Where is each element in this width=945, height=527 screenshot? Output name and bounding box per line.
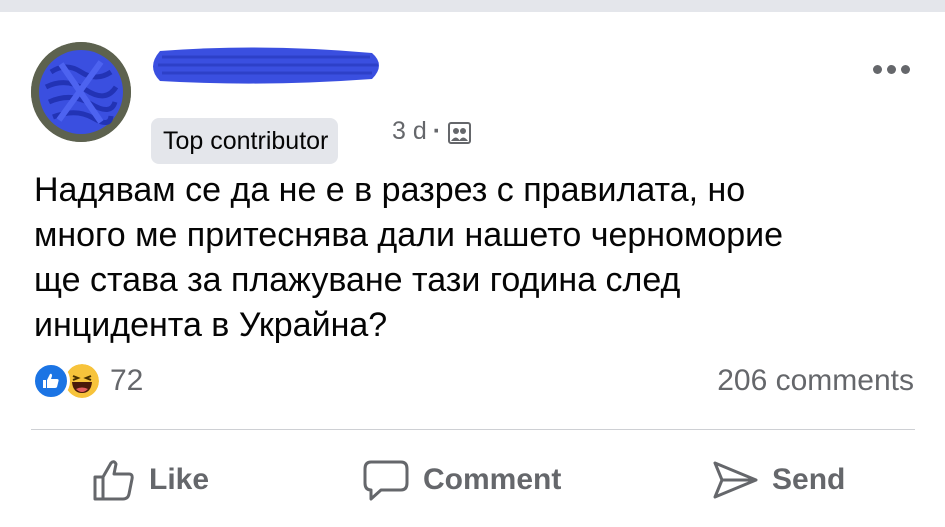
- meta-separator: ·: [432, 117, 442, 145]
- author-name-redacted: [142, 41, 387, 89]
- reactions-count: 72: [110, 364, 144, 397]
- comment-label: Comment: [423, 463, 562, 496]
- more-dot-icon: [872, 64, 882, 74]
- thumbs-up-icon: [93, 460, 134, 501]
- more-dot-icon: [886, 64, 896, 74]
- send-arrow-icon: [713, 461, 758, 499]
- post-time[interactable]: 3 d: [392, 117, 427, 146]
- send-label: Send: [772, 463, 846, 496]
- like-label: Like: [149, 463, 210, 496]
- reactions-summary[interactable]: 72: [32, 361, 143, 401]
- top-separator-bar: [0, 0, 945, 12]
- comment-bubble-icon: [363, 460, 409, 501]
- post-meta: 3 d ·: [392, 117, 472, 146]
- divider: [31, 429, 915, 430]
- comment-button[interactable]: Comment: [361, 447, 561, 513]
- author-avatar[interactable]: [31, 42, 131, 142]
- like-button[interactable]: Like: [91, 447, 209, 513]
- group-audience-icon: [447, 121, 472, 145]
- post-text: Надявам се да не е в разрез с правилата,…: [34, 171, 784, 344]
- post-action-bar: Like Comment Send: [0, 447, 945, 513]
- more-options-button[interactable]: [868, 58, 914, 80]
- like-reaction-icon: [32, 362, 70, 400]
- top-contributor-badge[interactable]: Top contributor: [151, 118, 339, 164]
- more-dot-icon: [900, 64, 910, 74]
- send-button[interactable]: Send: [710, 447, 845, 513]
- comments-count-link[interactable]: 206 comments: [717, 364, 914, 398]
